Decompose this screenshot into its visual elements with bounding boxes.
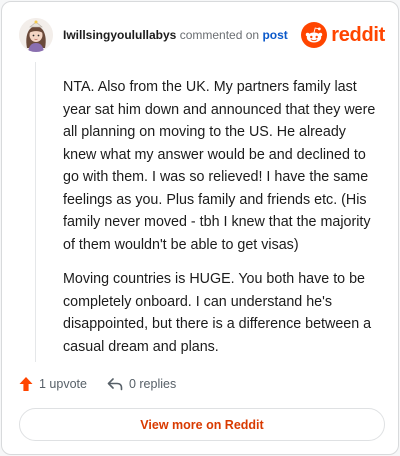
- commented-on-text: commented on: [179, 28, 260, 42]
- comment-meta: Iwillsingyoulullabys commented on post: [63, 27, 288, 43]
- comment-actions: 1 upvote 0 replies: [19, 374, 176, 394]
- reddit-wordmark: reddit: [331, 24, 385, 46]
- post-link[interactable]: post: [262, 28, 287, 42]
- view-more-on-reddit-button[interactable]: View more on Reddit: [19, 408, 385, 441]
- reply-arrow-icon: [107, 378, 123, 391]
- reply-button[interactable]: 0 replies: [107, 377, 176, 391]
- comment-paragraph: NTA. Also from the UK. My partners famil…: [63, 79, 376, 253]
- avatar-icon: [19, 18, 53, 52]
- username-link[interactable]: Iwillsingyoulullabys: [63, 28, 176, 42]
- upvote-button[interactable]: 1 upvote: [19, 376, 87, 392]
- reddit-logo[interactable]: reddit: [301, 22, 385, 48]
- comment-paragraph: Moving countries is HUGE. You both have …: [63, 271, 372, 355]
- thread-line: [35, 62, 36, 362]
- comment-body: NTA. Also from the UK. My partners famil…: [63, 76, 381, 370]
- upvote-count: 1 upvote: [39, 377, 87, 391]
- upvote-arrow-icon: [19, 377, 33, 391]
- reddit-snoo-icon: [301, 22, 328, 48]
- reply-count: 0 replies: [128, 377, 177, 391]
- comment-embed-card: Iwillsingyoulullabys commented on post r…: [1, 1, 399, 455]
- comment-header: Iwillsingyoulullabys commented on post r…: [19, 18, 385, 52]
- avatar[interactable]: [19, 18, 53, 52]
